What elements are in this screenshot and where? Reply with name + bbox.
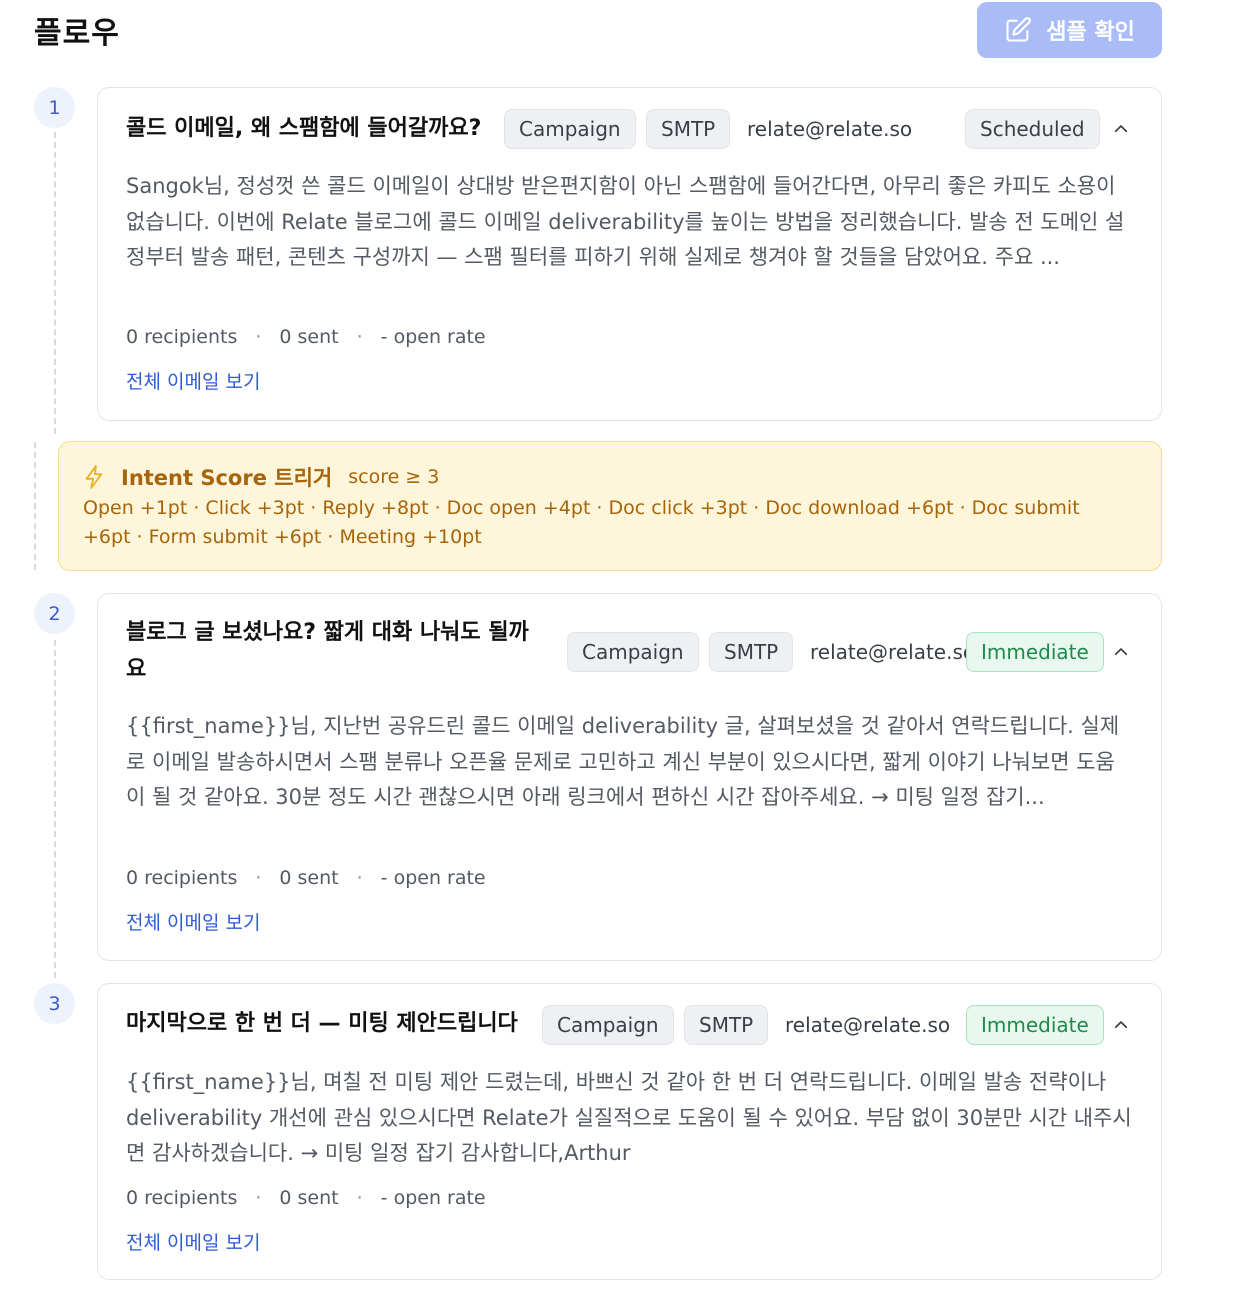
intent-score-trigger: Intent Score 트리거 score ≥ 3 Open +1pt · C…	[58, 441, 1162, 571]
email-stats: 0 recipients · 0 sent · - open rate	[126, 1187, 486, 1209]
recipients-count: 0 recipients	[126, 1187, 238, 1209]
sent-count: 0 sent	[279, 326, 339, 348]
email-stats: 0 recipients · 0 sent · - open rate	[126, 326, 486, 348]
email-stats: 0 recipients · 0 sent · - open rate	[126, 867, 486, 889]
step-number: 1	[34, 87, 75, 128]
chevron-up-icon[interactable]	[1109, 640, 1133, 664]
separator: ·	[356, 867, 363, 889]
recipients-count: 0 recipients	[126, 867, 238, 889]
sample-preview-button[interactable]: 샘플 확인	[977, 2, 1162, 58]
open-rate: - open rate	[380, 867, 486, 889]
separator: ·	[356, 326, 363, 348]
separator: ·	[255, 1187, 262, 1209]
email-subject: 콜드 이메일, 왜 스팸함에 들어갈까요?	[126, 116, 482, 141]
separator: ·	[255, 326, 262, 348]
separator: ·	[255, 867, 262, 889]
step-number: 3	[34, 983, 75, 1024]
channel-badge: SMTP	[646, 109, 731, 149]
type-badge: Campaign	[567, 632, 699, 672]
email-step-card: 블로그 글 보셨나요? 짧게 대화 나눠도 될까요 Campaign SMTP …	[97, 593, 1162, 961]
card-header: 마지막으로 한 번 더 — 미팅 제안드립니다 Campaign SMTP re…	[126, 984, 1133, 1064]
open-rate: - open rate	[380, 326, 486, 348]
lightning-icon	[83, 464, 105, 490]
trigger-title: Intent Score 트리거	[121, 466, 333, 490]
open-rate: - open rate	[380, 1187, 486, 1209]
trigger-score-rules: Open +1pt · Click +3pt · Reply +8pt · Do…	[83, 497, 1080, 548]
edit-icon	[1004, 16, 1032, 44]
recipients-count: 0 recipients	[126, 326, 238, 348]
trigger-header: Intent Score 트리거 score ≥ 3	[83, 462, 439, 492]
trigger-condition: score ≥ 3	[348, 466, 440, 488]
timing-badge: Immediate	[966, 1005, 1104, 1045]
view-full-email-link[interactable]: 전체 이메일 보기	[126, 367, 260, 394]
channel-badge: SMTP	[709, 632, 794, 672]
step-number: 2	[34, 593, 75, 634]
page-title: 플로우	[34, 16, 120, 51]
email-subject: 블로그 글 보셨나요? 짧게 대화 나눠도 될까요	[126, 620, 529, 682]
sent-count: 0 sent	[279, 1187, 339, 1209]
chevron-up-icon[interactable]	[1109, 1013, 1133, 1037]
card-header: 콜드 이메일, 왜 스팸함에 들어갈까요? Campaign SMTP rela…	[126, 88, 1133, 168]
sender-email: relate@relate.so	[785, 1013, 951, 1037]
email-preview: {{first_name}}님, 지난번 공유드린 콜드 이메일 deliver…	[126, 714, 1120, 809]
sent-count: 0 sent	[279, 867, 339, 889]
email-step-card: 콜드 이메일, 왜 스팸함에 들어갈까요? Campaign SMTP rela…	[97, 87, 1162, 421]
separator: ·	[356, 1187, 363, 1209]
type-badge: Campaign	[542, 1005, 674, 1045]
sender-email: relate@relate.so	[747, 117, 913, 141]
card-header: 블로그 글 보셨나요? 짧게 대화 나눠도 될까요 Campaign SMTP …	[126, 594, 1133, 682]
view-full-email-link[interactable]: 전체 이메일 보기	[126, 1228, 260, 1255]
step-connector	[54, 640, 56, 978]
email-preview: {{first_name}}님, 며칠 전 미팅 제안 드렸는데, 바쁘신 것 …	[126, 1070, 1132, 1165]
email-step-card: 마지막으로 한 번 더 — 미팅 제안드립니다 Campaign SMTP re…	[97, 983, 1162, 1280]
trigger-connector	[34, 442, 36, 570]
sample-preview-label: 샘플 확인	[1046, 20, 1135, 45]
step-connector	[54, 132, 56, 434]
flow-page: 플로우 샘플 확인 1 콜드 이메일, 왜 스팸함에 들어갈까요? Campai…	[0, 0, 1254, 1306]
channel-badge: SMTP	[684, 1005, 769, 1045]
email-preview: Sangok님, 정성껏 쓴 콜드 이메일이 상대방 받은편지함이 아닌 스팸함…	[126, 174, 1125, 269]
timing-badge: Scheduled	[965, 109, 1100, 149]
view-full-email-link[interactable]: 전체 이메일 보기	[126, 908, 260, 935]
chevron-up-icon[interactable]	[1109, 117, 1133, 141]
sender-email: relate@relate.so	[810, 640, 976, 664]
email-subject: 마지막으로 한 번 더 — 미팅 제안드립니다	[126, 1011, 518, 1036]
timing-badge: Immediate	[966, 632, 1104, 672]
type-badge: Campaign	[504, 109, 636, 149]
